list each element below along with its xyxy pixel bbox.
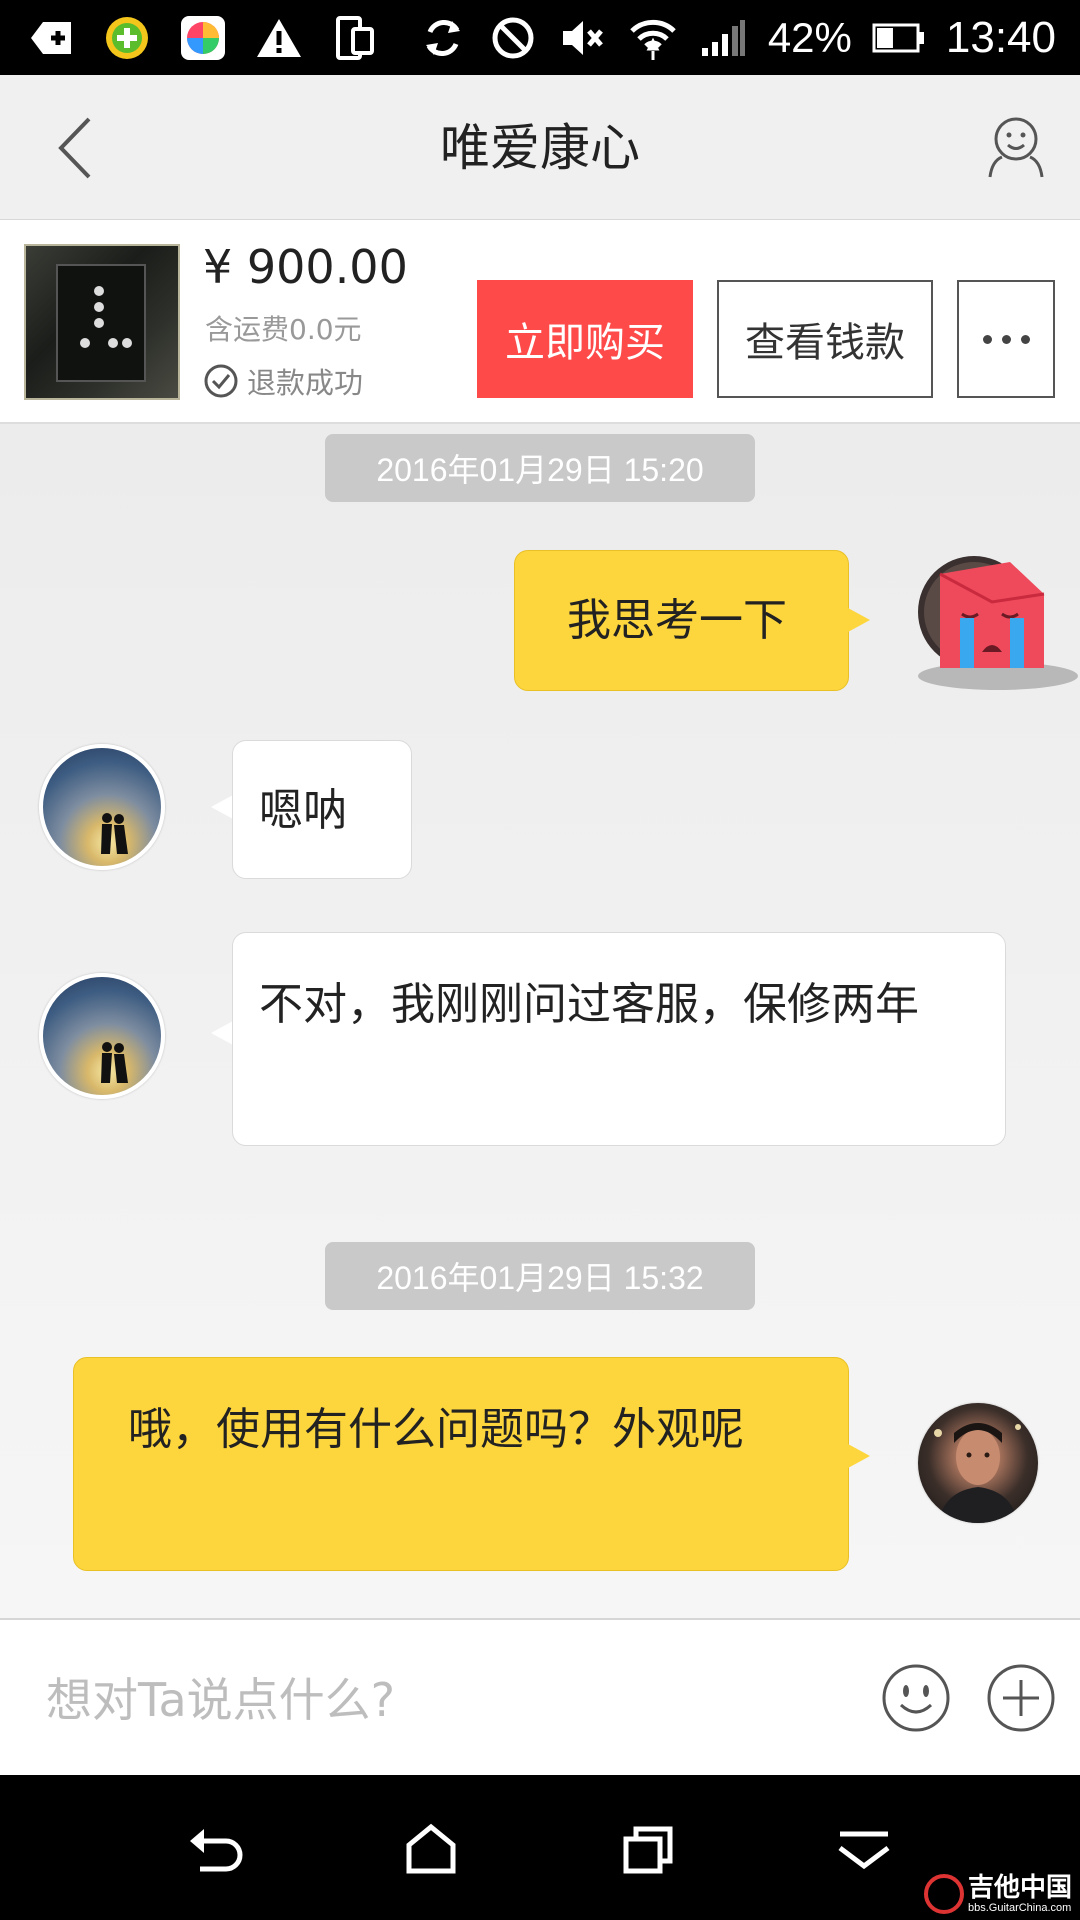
watermark-title: 吉他中国 — [967, 1873, 1072, 1903]
signal-icon — [698, 13, 748, 63]
bubble-tail — [848, 1444, 870, 1468]
message-input[interactable] — [46, 1660, 826, 1740]
message-bubble-incoming[interactable]: 嗯呐 — [232, 740, 412, 879]
recent-apps-icon — [623, 1826, 673, 1874]
plus-circle-icon — [987, 1664, 1055, 1732]
user-profile-button[interactable] — [980, 111, 1052, 183]
home-nav-button[interactable] — [393, 1811, 469, 1887]
timestamp: 2016年01月29日 15:20 — [325, 434, 755, 502]
dropdown-nav-button[interactable] — [826, 1811, 902, 1887]
user-icon — [988, 117, 1044, 178]
message-text: 嗯呐 — [259, 785, 347, 836]
product-shipping: 含运费0.0元 — [205, 313, 362, 346]
more-dot — [982, 334, 992, 344]
title-bar: 唯爱康心 — [0, 75, 1080, 220]
back-nav-button[interactable] — [178, 1811, 254, 1887]
warning-icon — [254, 13, 304, 63]
chat-area[interactable]: 2016年01月29日 15:20 我思考一下 嗯呐 不对，我刚刚问过客服，保修… — [0, 424, 1080, 1618]
more-dot — [1020, 334, 1030, 344]
more-dot — [1001, 334, 1011, 344]
add-box-icon — [26, 13, 76, 63]
bubble-tail — [211, 1021, 233, 1045]
message-bubble-outgoing[interactable]: 我思考一下 — [514, 550, 849, 691]
buy-now-button[interactable]: 立即购买 — [477, 280, 693, 398]
message-text: 哦，使用有什么问题吗？外观呢 — [128, 1404, 744, 1455]
mute-icon — [558, 13, 608, 63]
navigation-bar: 吉他中国 bbs.GuitarChina.com — [0, 1775, 1080, 1920]
status-bar: 42% 13:40 — [0, 0, 1080, 75]
message-bubble-outgoing[interactable]: 哦，使用有什么问题吗？外观呢 — [73, 1357, 849, 1571]
page-title: 唯爱康心 — [440, 119, 640, 177]
man-portrait-avatar[interactable] — [918, 1403, 1038, 1523]
crying-face-avatar[interactable] — [910, 554, 1080, 694]
home-nav-icon — [406, 1823, 456, 1874]
bubble-tail — [848, 608, 870, 632]
sunset-couple-avatar[interactable] — [39, 973, 165, 1099]
message-text: 我思考一下 — [567, 595, 787, 646]
dropdown-nav-icon — [838, 1831, 890, 1870]
battery-percent: 42% — [767, 14, 852, 61]
back-nav-icon — [190, 1829, 243, 1872]
battery-icon — [872, 13, 926, 63]
watermark-url: bbs.GuitarChina.com — [967, 1902, 1072, 1914]
bubble-tail — [211, 795, 233, 819]
smiley-icon — [882, 1664, 950, 1732]
clock: 13:40 — [945, 13, 1056, 62]
emoji-button[interactable] — [880, 1662, 952, 1734]
timestamp: 2016年01月29日 15:32 — [325, 1242, 755, 1310]
add-attachment-button[interactable] — [985, 1662, 1057, 1734]
product-price: ¥ 900.00 — [203, 240, 408, 294]
product-thumbnail[interactable] — [24, 244, 180, 400]
check-circle-icon — [204, 364, 238, 398]
refund-status: 退款成功 — [203, 360, 363, 402]
more-button[interactable] — [957, 280, 1055, 398]
refund-status-label: 退款成功 — [247, 366, 364, 400]
status-bar-left — [26, 12, 380, 64]
message-bubble-incoming[interactable]: 不对，我刚刚问过客服，保修两年 — [232, 932, 1006, 1146]
status-bar-right: 42% 13:40 — [418, 10, 1056, 66]
plus-ball-app-icon — [102, 13, 152, 63]
view-payment-button[interactable]: 查看钱款 — [717, 280, 933, 398]
watermark: 吉他中国 bbs.GuitarChina.com — [923, 1873, 1072, 1914]
sunset-couple-avatar[interactable] — [39, 744, 165, 870]
do-not-disturb-icon — [488, 13, 538, 63]
colorful-app-icon — [178, 13, 228, 63]
message-text: 不对，我刚刚问过客服，保修两年 — [259, 979, 919, 1030]
screen-rotate-icon — [330, 13, 380, 63]
input-bar — [0, 1618, 1080, 1775]
guitar-logo-icon — [923, 1874, 964, 1914]
sync-icon — [418, 13, 468, 63]
product-bar: ¥ 900.00 含运费0.0元 退款成功 立即购买 查看钱款 — [0, 220, 1080, 424]
recent-apps-button[interactable] — [610, 1811, 686, 1887]
wifi-icon — [628, 13, 678, 63]
